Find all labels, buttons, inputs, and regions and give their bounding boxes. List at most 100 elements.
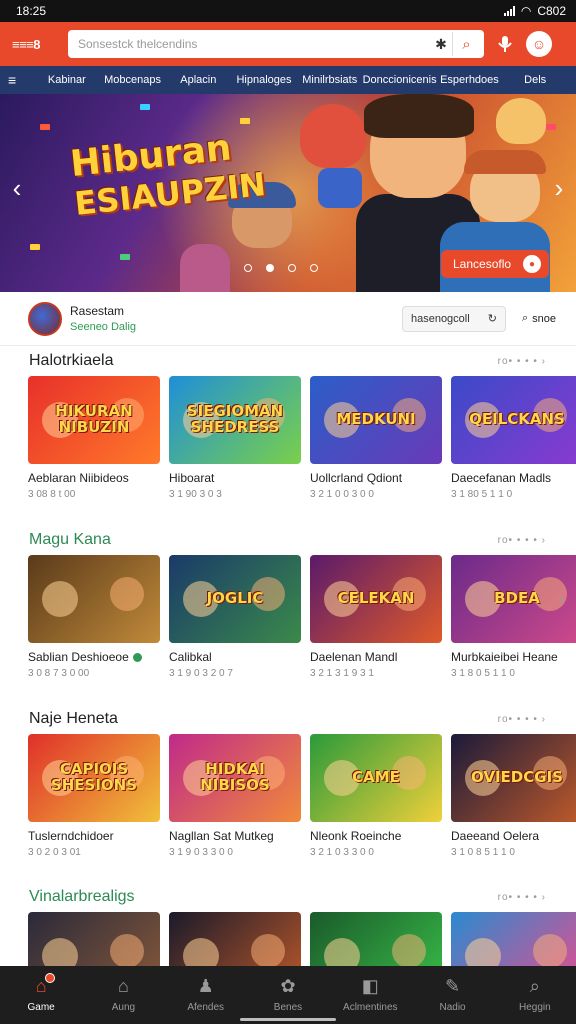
carousel-dot[interactable] bbox=[288, 264, 296, 272]
bottom-nav-item[interactable]: ⌂ Game bbox=[0, 966, 82, 1024]
bottom-nav-item[interactable]: ✿ Benes bbox=[247, 966, 329, 1024]
face-icon[interactable]: ☺ bbox=[526, 31, 552, 57]
game-thumbnail[interactable]: SIEGIOMAN SHEDRESS bbox=[169, 376, 301, 464]
game-card[interactable]: HIDKAI NIBISOS Nagllan Sat Mutkeg 3 1 9 … bbox=[169, 734, 301, 858]
category-tab[interactable]: Mobcenaps bbox=[100, 74, 166, 86]
category-tab[interactable]: Hipnaloges bbox=[231, 74, 297, 86]
profile-action-button[interactable]: hasenogcoll ↻ bbox=[401, 305, 506, 332]
game-card[interactable]: CAPIOIS SHESIONS Tuslerndchidoer 3 0 2 0… bbox=[28, 734, 160, 858]
game-section: Halotrkiaela ro• • • • › HIKURAN NIBUZIN… bbox=[0, 346, 576, 500]
category-tab[interactable]: Dels bbox=[502, 74, 568, 86]
thumbnail-character bbox=[42, 581, 78, 617]
game-name-row: Uollcrland Qdiont bbox=[310, 471, 442, 485]
game-name-row: Murbkaieibei Heane bbox=[451, 650, 576, 664]
game-thumbnail[interactable]: JOGLIC bbox=[169, 555, 301, 643]
prev-arrow-icon[interactable]: ‹ bbox=[2, 170, 32, 206]
game-thumbnail[interactable] bbox=[28, 555, 160, 643]
carousel-dots bbox=[244, 264, 318, 272]
game-name: Uollcrland Qdiont bbox=[310, 471, 403, 485]
category-tab[interactable]: Donccionicenis bbox=[363, 74, 437, 86]
game-meta: 3 1 9 0 3 3 0 0 bbox=[169, 847, 233, 858]
thumbnail-character bbox=[392, 934, 426, 968]
search-input[interactable]: Sonsestck thelcendins bbox=[78, 37, 430, 51]
section-more-link[interactable]: ro• • • • › bbox=[498, 714, 546, 725]
carousel-dot[interactable] bbox=[266, 264, 274, 272]
hero-character-body bbox=[318, 168, 362, 208]
game-meta: 3 1 90 3 0 3 bbox=[169, 489, 222, 500]
search-button[interactable]: ⌕ bbox=[452, 32, 480, 56]
game-thumbnail[interactable]: CELEKAN bbox=[310, 555, 442, 643]
game-card[interactable]: QEILCKANS Daecefanan Madls 3 1 80 5 1 1 … bbox=[451, 376, 576, 500]
next-arrow-icon[interactable]: › bbox=[544, 170, 574, 206]
thumbnail-character bbox=[533, 934, 567, 968]
game-thumbnail[interactable]: HIKURAN NIBUZIN bbox=[28, 376, 160, 464]
game-name-row: Nagllan Sat Mutkeg bbox=[169, 829, 301, 843]
game-card[interactable]: SIEGIOMAN SHEDRESS Hiboarat 3 1 90 3 0 3 bbox=[169, 376, 301, 500]
category-nav: ≡ Kabinar Mobcenaps Aplacin Hipnaloges M… bbox=[0, 66, 576, 94]
game-name-row: Tuslerndchidoer bbox=[28, 829, 160, 843]
game-card[interactable]: JOGLIC Calibkal 3 1 9 0 3 2 0 7 bbox=[169, 555, 301, 679]
profile-more-link[interactable]: ⌕ snoe bbox=[522, 312, 556, 325]
game-card[interactable]: HIKURAN NIBUZIN Aeblaran Niibideos 3 08 … bbox=[28, 376, 160, 500]
category-tab[interactable]: Aplacin bbox=[165, 74, 231, 86]
carousel-dot[interactable] bbox=[310, 264, 318, 272]
bottom-nav-item[interactable]: ✎ Nadio bbox=[411, 966, 493, 1024]
nav-label: Nadio bbox=[439, 1002, 466, 1013]
bottom-nav-item[interactable]: ⌕ Heggin bbox=[494, 966, 576, 1024]
nav-label: Heggin bbox=[518, 1002, 551, 1013]
game-card[interactable]: Sablian Deshioeoe 3 0 8 7 3 0 00 bbox=[28, 555, 160, 679]
game-thumbnail[interactable]: OVIEDCGIS bbox=[451, 734, 576, 822]
game-meta: 3 08 8 t 00 bbox=[28, 489, 76, 500]
search-small-icon: ⌕ bbox=[521, 312, 529, 324]
game-card[interactable]: OVIEDCGIS Daeeand Oelera 3 1 0 8 5 1 1 0 bbox=[451, 734, 576, 858]
carousel-dot[interactable] bbox=[244, 264, 252, 272]
app-logo[interactable]: ≡≡≡8 bbox=[12, 37, 60, 52]
profile-name: Rasestam bbox=[70, 304, 125, 318]
top-header: ≡≡≡8 Sonsestck thelcendins ✱ ⌕ ☺ bbox=[0, 22, 576, 66]
game-thumbnail[interactable]: MEDKUNI bbox=[310, 376, 442, 464]
game-thumbnail[interactable]: CAPIOIS SHESIONS bbox=[28, 734, 160, 822]
nav-icon: ⌕ bbox=[529, 976, 540, 996]
confetti bbox=[30, 244, 40, 250]
section-more-link[interactable]: ro• • • • › bbox=[498, 892, 546, 903]
hero-character bbox=[300, 104, 366, 168]
game-card[interactable]: BDEA Murbkaieibei Heane 3 1 8 0 5 1 1 0 bbox=[451, 555, 576, 679]
confetti bbox=[120, 254, 130, 260]
search-bar[interactable]: Sonsestck thelcendins ✱ ⌕ bbox=[68, 30, 484, 58]
game-thumbnail[interactable]: QEILCKANS bbox=[451, 376, 576, 464]
card-row: Sablian Deshioeoe 3 0 8 7 3 0 00 JOGLIC … bbox=[0, 555, 576, 679]
category-tab[interactable]: Esperhdoes bbox=[437, 74, 503, 86]
status-time: 18:25 bbox=[16, 4, 47, 18]
bottom-nav-item[interactable]: ⌂ Aung bbox=[82, 966, 164, 1024]
battery-label: C802 bbox=[537, 4, 566, 18]
game-card[interactable]: CELEKAN Daelenan Mandl 3 2 1 3 1 9 3 1 bbox=[310, 555, 442, 679]
avatar[interactable] bbox=[28, 301, 62, 336]
section-more-link[interactable]: ro• • • • › bbox=[498, 356, 546, 367]
bottom-nav-item[interactable]: ♟ Afendes bbox=[165, 966, 247, 1024]
search-icon: ⌕ bbox=[462, 35, 471, 53]
mic-icon[interactable] bbox=[492, 31, 518, 57]
scroll-right-icon[interactable]: › bbox=[558, 589, 564, 610]
game-thumbnail[interactable]: CAME bbox=[310, 734, 442, 822]
menu-icon[interactable]: ≡ bbox=[8, 72, 34, 88]
section-more-link[interactable]: ro• • • • › bbox=[498, 535, 546, 546]
game-thumbnail[interactable]: HIDKAI NIBISOS bbox=[169, 734, 301, 822]
section-title: Halotrkiaela bbox=[29, 352, 114, 369]
bottom-nav-item[interactable]: ◧ Aclmentines bbox=[329, 966, 411, 1024]
hero-cta-button[interactable]: Lancesoflo ● bbox=[441, 250, 549, 278]
clear-icon[interactable]: ✱ bbox=[430, 36, 452, 53]
category-tab[interactable]: Kabinar bbox=[34, 74, 100, 86]
game-meta: 3 1 0 8 5 1 1 0 bbox=[451, 847, 515, 858]
game-card[interactable]: MEDKUNI Uollcrland Qdiont 3 2 1 0 0 3 0 … bbox=[310, 376, 442, 500]
status-bar: 18:25 ◠ C802 bbox=[0, 0, 576, 22]
section-more-label: ro• • • • bbox=[497, 355, 538, 367]
game-card[interactable]: CAME Nleonk Roeinche 3 2 1 0 3 3 0 0 bbox=[310, 734, 442, 858]
section-header: Magu Kana ro• • • • › bbox=[0, 525, 576, 555]
game-name: Hiboarat bbox=[169, 471, 215, 485]
hero-banner[interactable]: Hiburan ESIAUPZIN ‹ › Lancesoflo ● bbox=[0, 94, 576, 292]
nav-label: Aung bbox=[111, 1002, 136, 1013]
game-meta: 3 2 1 0 3 3 0 0 bbox=[310, 847, 374, 858]
category-tab[interactable]: Minilrbsiats bbox=[297, 74, 363, 86]
game-name: Daeeand Oelera bbox=[451, 829, 540, 843]
thumbnail-title: QEILCKANS bbox=[469, 410, 565, 429]
